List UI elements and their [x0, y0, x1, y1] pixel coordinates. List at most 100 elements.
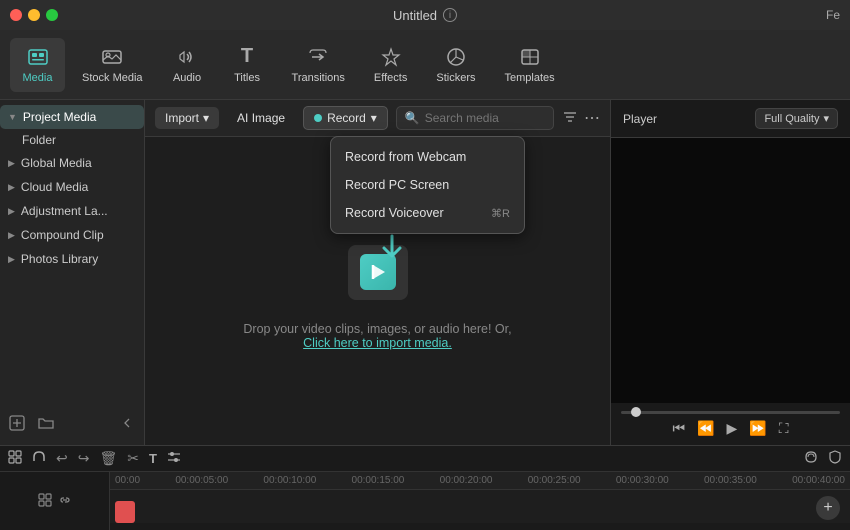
- sidebar-folder-icon[interactable]: [34, 411, 58, 435]
- toolbar-item-audio[interactable]: Audio: [160, 38, 215, 92]
- main-toolbar: Media Stock Media Audio T Titles: [0, 30, 850, 100]
- quality-select[interactable]: Full Quality ▾: [755, 108, 838, 129]
- link-icon[interactable]: [58, 493, 72, 510]
- toolbar-item-effects[interactable]: Effects: [362, 38, 419, 92]
- ai-image-button[interactable]: AI Image: [227, 107, 295, 129]
- search-box[interactable]: 🔍: [396, 106, 554, 130]
- sidebar: ▼ Project Media Folder ▶ Global Media ▶ …: [0, 100, 145, 445]
- fullscreen-button[interactable]: ⛶: [779, 420, 789, 437]
- expand-arrow: ▼: [8, 112, 17, 122]
- quality-label: Full Quality: [764, 113, 819, 125]
- stickers-icon: [445, 46, 467, 68]
- search-icon: 🔍: [405, 111, 420, 125]
- quality-chevron-icon: ▾: [823, 112, 829, 125]
- player-screen: [611, 138, 850, 403]
- maximize-button[interactable]: [46, 9, 58, 21]
- ruler-mark-2: 00:00:10:00: [263, 475, 316, 486]
- adjust-icon[interactable]: [167, 450, 181, 467]
- transitions-icon: [307, 46, 329, 68]
- main-layout: ▼ Project Media Folder ▶ Global Media ▶ …: [0, 100, 850, 445]
- sidebar-item-photos-library[interactable]: ▶ Photos Library: [0, 247, 144, 271]
- search-input[interactable]: [425, 111, 545, 125]
- close-button[interactable]: [10, 9, 22, 21]
- sidebar-collapse-icon[interactable]: [115, 411, 139, 435]
- titles-icon: T: [236, 46, 258, 68]
- info-icon[interactable]: i: [443, 8, 457, 22]
- timeline-body: 00:00 00:00:05:00 00:00:10:00 00:00:15:0…: [0, 472, 850, 530]
- toolbar-item-stock-media[interactable]: Stock Media: [70, 38, 155, 92]
- mask-icon[interactable]: [804, 450, 818, 467]
- minimize-button[interactable]: [28, 9, 40, 21]
- expand-arrow-global: ▶: [8, 158, 15, 169]
- select-tool-icon[interactable]: [8, 450, 22, 467]
- dropdown-item-voiceover[interactable]: Record Voiceover ⌘R: [331, 199, 524, 227]
- import-button[interactable]: Import ▾: [155, 107, 219, 129]
- sidebar-item-label-global: Global Media: [21, 156, 92, 170]
- stock-media-icon: [101, 46, 123, 68]
- ruler-mark-8: 00:00:40:00: [792, 475, 845, 486]
- player-label: Player: [623, 112, 657, 126]
- sidebar-item-label-photos: Photos Library: [21, 252, 98, 266]
- sidebar-item-label-adjustment: Adjustment La...: [21, 204, 108, 218]
- timeline: ↩ ↪ 🗑 ✂ T: [0, 445, 850, 530]
- text-tool-icon[interactable]: T: [149, 451, 157, 466]
- voiceover-shortcut: ⌘R: [491, 207, 510, 220]
- ruler-marks: 00:00 00:00:05:00 00:00:10:00 00:00:15:0…: [115, 475, 845, 486]
- player-controls: ⏮ ⏪ ▶ ⏩ ⛶: [611, 403, 850, 445]
- expand-arrow-compound: ▶: [8, 230, 15, 241]
- audio-label: Audio: [173, 72, 201, 84]
- sidebar-bottom: [0, 406, 144, 440]
- undo-icon[interactable]: ↩: [56, 450, 68, 467]
- record-chevron-icon: ▾: [371, 111, 377, 125]
- track-clip[interactable]: [115, 501, 135, 523]
- sidebar-item-global-media[interactable]: ▶ Global Media: [0, 151, 144, 175]
- sidebar-item-project-media[interactable]: ▼ Project Media: [0, 105, 144, 129]
- toolbar-item-transitions[interactable]: Transitions: [280, 38, 357, 92]
- shield-icon[interactable]: [828, 450, 842, 467]
- media-label: Media: [23, 72, 53, 84]
- sidebar-item-cloud-media[interactable]: ▶ Cloud Media: [0, 175, 144, 199]
- titles-label: Titles: [234, 72, 260, 84]
- dropdown-item-webcam[interactable]: Record from Webcam: [331, 143, 524, 171]
- traffic-lights: [10, 9, 58, 21]
- toolbar-item-stickers[interactable]: Stickers: [424, 38, 487, 92]
- filter-icon[interactable]: [562, 109, 578, 128]
- frame-back-button[interactable]: ⏪: [697, 420, 714, 437]
- window-title: Untitled: [393, 8, 437, 23]
- progress-bar[interactable]: [621, 411, 840, 414]
- ruler-mark-3: 00:00:15:00: [352, 475, 405, 486]
- drop-arrow-icon: [376, 232, 408, 271]
- record-dropdown: Record from Webcam Record PC Screen Reco…: [330, 136, 525, 234]
- drop-icon-container: [338, 232, 418, 312]
- frame-forward-button[interactable]: ⏩: [749, 420, 766, 437]
- import-chevron-icon: ▾: [203, 111, 209, 125]
- play-button[interactable]: ▶: [727, 420, 738, 437]
- redo-icon[interactable]: ↪: [78, 450, 90, 467]
- add-track-button[interactable]: +: [816, 496, 840, 520]
- step-back-button[interactable]: ⏮: [672, 420, 685, 437]
- toolbar-item-media[interactable]: Media: [10, 38, 65, 92]
- more-icon[interactable]: ⋯: [584, 108, 600, 128]
- player-panel: Player Full Quality ▾ ⏮ ⏪ ▶ ⏩ ⛶: [610, 100, 850, 445]
- stock-media-label: Stock Media: [82, 72, 143, 84]
- toolbar-item-titles[interactable]: T Titles: [220, 38, 275, 92]
- record-button[interactable]: Record ▾: [303, 106, 388, 130]
- cut-icon[interactable]: ✂: [127, 450, 139, 467]
- sidebar-item-label: Project Media: [23, 110, 96, 124]
- expand-arrow-adjustment: ▶: [8, 206, 15, 217]
- sidebar-item-adjustment[interactable]: ▶ Adjustment La...: [0, 199, 144, 223]
- sidebar-sub-item-folder[interactable]: Folder: [0, 129, 144, 151]
- sidebar-item-compound-clip[interactable]: ▶ Compound Clip: [0, 223, 144, 247]
- delete-icon[interactable]: 🗑: [99, 450, 117, 467]
- grid-icon[interactable]: [38, 493, 52, 510]
- toolbar-item-templates[interactable]: Templates: [492, 38, 566, 92]
- title-bar: Untitled i Fe: [0, 0, 850, 30]
- progress-handle[interactable]: [631, 407, 641, 417]
- import-link[interactable]: Click here to import media.: [303, 336, 452, 350]
- effects-icon: [380, 46, 402, 68]
- sidebar-add-icon[interactable]: [5, 411, 29, 435]
- templates-label: Templates: [504, 72, 554, 84]
- drop-text: Drop your video clips, images, or audio …: [243, 322, 511, 350]
- dropdown-item-screen[interactable]: Record PC Screen: [331, 171, 524, 199]
- magnetic-snap-icon[interactable]: [32, 450, 46, 467]
